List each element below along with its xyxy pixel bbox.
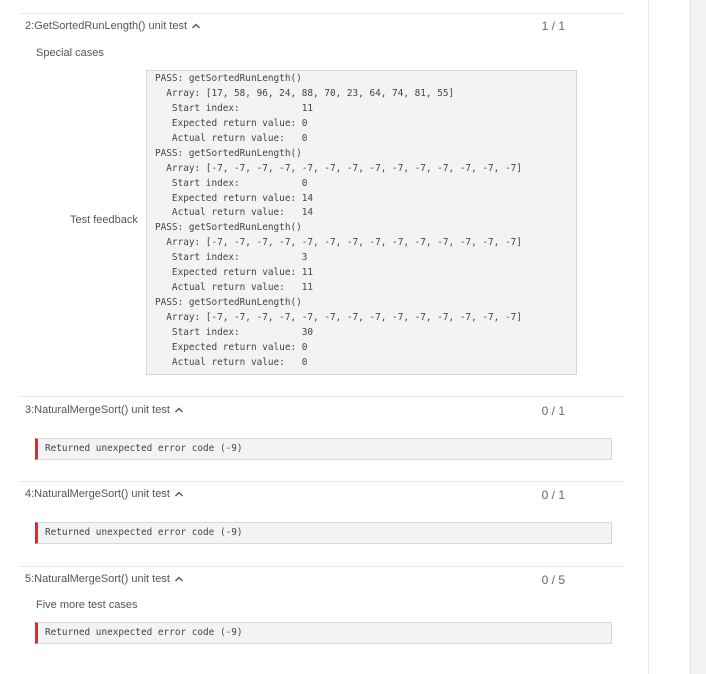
test-3-title: 3:NaturalMergeSort() unit test [25,404,170,416]
feedback-line: Actual return value: 14 [155,207,314,219]
chevron-up-icon[interactable] [191,22,201,30]
test-4-title: 4:NaturalMergeSort() unit test [25,488,170,500]
divider [20,396,624,397]
feedback-line: PASS: getSortedRunLength() [155,222,302,234]
test-5-subtitle: Five more test cases [36,599,138,611]
feedback-line: Actual return value: 0 [155,356,308,368]
test-2-score: 1 / 1 [541,19,565,33]
test-5-title: 5:NaturalMergeSort() unit test [25,573,170,585]
feedback-line: Expected return value: 11 [155,267,314,279]
feedback-line: Expected return value: 14 [155,192,314,204]
feedback-line: Array: [-7, -7, -7, -7, -7, -7, -7, -7, … [155,162,522,174]
feedback-line: Array: [17, 58, 96, 24, 88, 70, 23, 64, … [155,87,455,99]
test-5-error-message: Returned unexpected error code (-9) [35,622,612,644]
chevron-up-icon[interactable] [174,575,184,583]
divider [20,481,624,482]
test-4-error-message: Returned unexpected error code (-9) [35,522,612,544]
divider [20,566,624,567]
test-3-error-message: Returned unexpected error code (-9) [35,438,612,460]
test-5-score: 0 / 5 [541,573,565,587]
feedback-line: Start index: 30 [155,326,314,338]
test-5-header[interactable]: 5:NaturalMergeSort() unit test [25,573,184,585]
test-3-score: 0 / 1 [541,404,565,418]
feedback-line: Expected return value: 0 [155,341,308,353]
test-feedback-label: Test feedback [70,214,138,226]
feedback-line: Actual return value: 0 [155,132,308,144]
chevron-up-icon[interactable] [174,490,184,498]
divider [20,13,624,14]
feedback-line: Expected return value: 0 [155,117,308,129]
test-results-panel: 2:GetSortedRunLength() unit test 1 / 1 S… [0,0,649,674]
feedback-line: Start index: 11 [155,102,314,114]
page-gutter [649,0,690,674]
feedback-line: Start index: 3 [155,252,308,264]
feedback-line: PASS: getSortedRunLength() [155,147,302,159]
test-4-score: 0 / 1 [541,488,565,502]
feedback-line: Array: [-7, -7, -7, -7, -7, -7, -7, -7, … [155,237,522,249]
test-2-subtitle: Special cases [36,47,104,59]
test-feedback-output: PASS: getSortedRunLength() Array: [17, 5… [146,70,577,375]
test-4-header[interactable]: 4:NaturalMergeSort() unit test [25,488,184,500]
feedback-line: Start index: 0 [155,177,308,189]
feedback-line: PASS: getSortedRunLength() [155,73,302,84]
chevron-up-icon[interactable] [174,406,184,414]
feedback-line: Array: [-7, -7, -7, -7, -7, -7, -7, -7, … [155,312,522,323]
test-2-header[interactable]: 2:GetSortedRunLength() unit test [25,20,201,32]
feedback-line: PASS: getSortedRunLength() [155,297,302,309]
feedback-line: Actual return value: 11 [155,282,314,294]
test-3-header[interactable]: 3:NaturalMergeSort() unit test [25,404,184,416]
test-2-title: 2:GetSortedRunLength() unit test [25,20,188,32]
right-sidebar-strip [690,0,706,674]
